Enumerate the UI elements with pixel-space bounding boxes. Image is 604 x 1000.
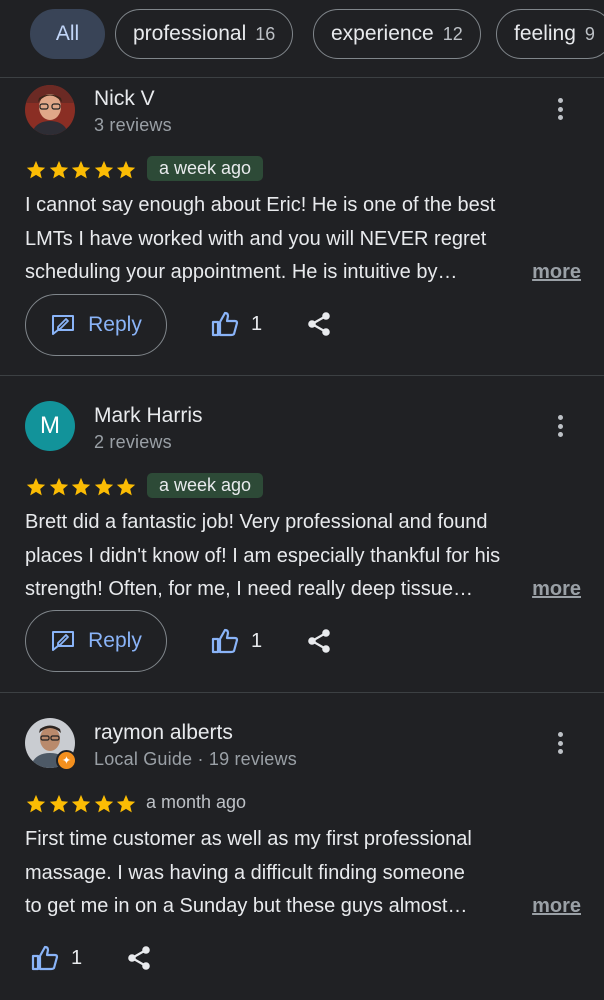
review-card: Nick V 3 reviews a week ago I cannot say… [0, 79, 604, 376]
reply-edit-icon [52, 315, 75, 335]
filter-chip-label: professional [133, 22, 247, 45]
review-card: ✦ raymon alberts Local Guide · 19 review… [0, 693, 604, 1000]
review-text-line: Brett did a fantastic job! Very professi… [25, 511, 488, 533]
review-text: First time customer as well as my first … [25, 823, 581, 924]
review-date: a month ago [146, 792, 247, 812]
review-text-line: strength! Often, for me, I need really d… [25, 578, 474, 601]
filter-chip-count: 16 [255, 23, 276, 44]
star-rating [25, 793, 138, 815]
star-rating [25, 159, 138, 181]
filter-chip-count: 12 [442, 23, 463, 44]
like-button[interactable]: 1 [211, 628, 262, 654]
star-icon [116, 160, 136, 179]
filter-chip-count: 9 [584, 23, 595, 44]
filter-chip-experience[interactable]: experience 12 [313, 9, 481, 59]
more-options-icon[interactable] [551, 96, 569, 122]
star-icon [49, 477, 68, 496]
thumbs-up-icon [211, 311, 239, 337]
star-icon [26, 160, 46, 179]
review-text-line: LMTs I have worked with and you will NEV… [25, 227, 487, 250]
like-button[interactable]: 1 [31, 945, 82, 971]
star-icon [94, 477, 113, 496]
more-link[interactable]: more [518, 573, 581, 607]
user-photo-icon [25, 85, 75, 135]
reviewer-name[interactable]: Mark Harris [94, 404, 203, 428]
filter-chip-label: experience [331, 22, 434, 45]
review-text-line: massage. I was having a difficult findin… [25, 861, 465, 884]
reviewer-name[interactable]: raymon alberts [94, 721, 233, 745]
reviewer-meta: 2 reviews [94, 432, 172, 452]
filter-chip-feeling[interactable]: feeling 9 [496, 9, 604, 59]
star-icon [116, 477, 136, 496]
share-icon[interactable] [306, 311, 332, 337]
reviewer-meta: 3 reviews [94, 115, 172, 135]
thumbs-up-icon [31, 945, 59, 971]
review-text-line: to get me in on a Sunday but these guys … [25, 895, 468, 918]
reviewer-name[interactable]: Nick V [94, 87, 155, 111]
review-filter-bar: All professional 16 experience 12 feelin… [0, 0, 604, 78]
filter-chip-label: feeling [514, 22, 576, 45]
more-options-icon[interactable] [551, 413, 569, 439]
filter-chip-professional[interactable]: professional 16 [115, 9, 294, 59]
star-icon [26, 477, 46, 496]
more-link[interactable]: more [518, 890, 581, 924]
star-icon [71, 160, 91, 179]
avatar[interactable] [25, 85, 75, 135]
like-count: 1 [251, 629, 263, 652]
share-icon[interactable] [126, 945, 152, 971]
more-options-icon[interactable] [551, 730, 569, 756]
filter-chip-label: All [55, 22, 80, 45]
review-text: Brett did a fantastic job! Very professi… [25, 506, 581, 607]
review-card: M Mark Harris 2 reviews a week ago Brett… [0, 376, 604, 693]
reply-button[interactable]: Reply [25, 610, 167, 672]
reply-edit-icon [52, 631, 75, 651]
reviewer-meta: Local Guide · 19 reviews [94, 749, 297, 769]
filter-chip-all[interactable]: All [30, 9, 105, 59]
avatar-letter: M [40, 412, 60, 439]
star-icon [26, 794, 46, 813]
review-text-line: scheduling your appointment. He is intui… [25, 261, 458, 284]
avatar[interactable]: M [25, 401, 75, 451]
review-text: I cannot say enough about Eric! He is on… [25, 189, 581, 290]
more-link[interactable]: more [518, 256, 581, 290]
review-date-badge: a week ago [147, 473, 264, 498]
local-guide-badge-icon: ✦ [56, 750, 77, 771]
star-icon [116, 794, 136, 813]
reply-label: Reply [88, 313, 142, 336]
share-icon[interactable] [306, 628, 332, 654]
star-icon [71, 477, 91, 496]
review-text-line: I cannot say enough about Eric! He is on… [25, 194, 496, 216]
star-icon [49, 160, 68, 179]
star-icon [94, 160, 113, 179]
review-text-line: places I didn't know of! I am especially… [25, 544, 501, 567]
like-button[interactable]: 1 [211, 311, 262, 337]
review-text-line: First time customer as well as my first … [25, 828, 472, 850]
star-icon [94, 794, 113, 813]
reply-label: Reply [88, 629, 142, 652]
reply-button[interactable]: Reply [25, 294, 167, 356]
like-count: 1 [71, 946, 83, 969]
star-rating [25, 476, 138, 498]
review-date-badge: a week ago [147, 156, 264, 181]
like-count: 1 [251, 312, 263, 335]
star-icon [71, 794, 91, 813]
thumbs-up-icon [211, 628, 239, 654]
star-icon [49, 794, 68, 813]
